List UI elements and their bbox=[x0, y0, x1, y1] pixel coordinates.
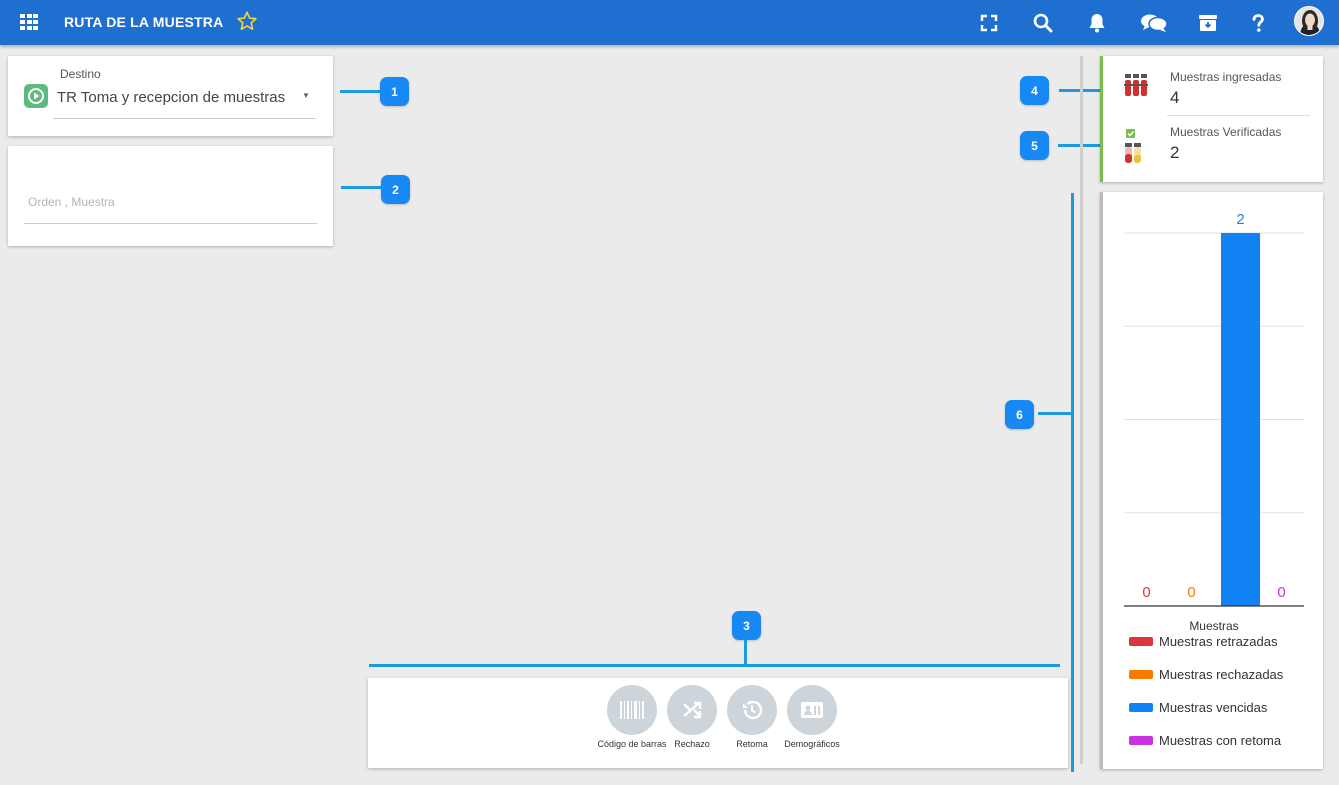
destino-select[interactable]: TR Toma y recepcion de muestras bbox=[57, 89, 285, 106]
chart-data-label: 0 bbox=[1277, 584, 1285, 601]
help-question-icon[interactable] bbox=[1246, 11, 1270, 35]
page-title: RUTA DE LA MUESTRA bbox=[64, 14, 224, 30]
chart-legend-item[interactable]: Muestras con retoma bbox=[1129, 733, 1281, 748]
destino-label: Destino bbox=[60, 67, 101, 81]
favorite-star-icon[interactable] bbox=[236, 10, 258, 32]
orden-search-card bbox=[8, 146, 333, 246]
legend-label: Muestras con retoma bbox=[1159, 733, 1282, 748]
chart-x-axis-label: Muestras bbox=[1189, 619, 1238, 633]
action-toolbar: Código de barras Rechazo Retoma Demográf… bbox=[368, 678, 1068, 768]
shuffle-icon bbox=[683, 701, 702, 719]
callout-line-1 bbox=[340, 90, 380, 93]
history-icon bbox=[743, 700, 763, 720]
apps-grid-icon[interactable] bbox=[20, 14, 38, 30]
callout-badge-2: 2 bbox=[381, 175, 410, 204]
chart-legend-item[interactable]: Muestras rechazadas bbox=[1129, 667, 1283, 682]
destino-underline bbox=[53, 118, 316, 119]
demograficos-button[interactable]: Demográficos bbox=[777, 685, 847, 749]
samples-bar-chart: 0 0 2 0 Muestras bbox=[1124, 211, 1304, 633]
chat-icon[interactable] bbox=[1139, 11, 1169, 35]
search-icon[interactable] bbox=[1031, 11, 1055, 35]
chart-legend-item[interactable]: Muestras retrazadas bbox=[1129, 634, 1278, 649]
destination-play-icon bbox=[24, 84, 48, 108]
chart-bar bbox=[1221, 233, 1260, 606]
callout-badge-4: 4 bbox=[1020, 76, 1049, 105]
ingresadas-value: 4 bbox=[1170, 88, 1180, 107]
callout-line-6 bbox=[1038, 412, 1072, 415]
legend-label: Muestras rechazadas bbox=[1159, 667, 1284, 682]
samples-chart-card: 0 0 2 0 Muestras Muestras retrazadas Muestras… bbox=[1100, 192, 1323, 769]
callout-badge-3: 3 bbox=[732, 611, 761, 640]
legend-swatch bbox=[1129, 703, 1153, 712]
id-card-icon bbox=[801, 702, 823, 718]
fullscreen-icon[interactable] bbox=[977, 11, 1001, 35]
ingresadas-label: Muestras ingresadas bbox=[1170, 70, 1282, 84]
user-avatar[interactable] bbox=[1294, 6, 1324, 36]
callout-badge-5: 5 bbox=[1020, 131, 1049, 160]
chart-data-label: 0 bbox=[1187, 584, 1195, 601]
top-bar: RUTA DE LA MUESTRA bbox=[0, 0, 1339, 45]
verified-tubes-icon bbox=[1125, 129, 1141, 163]
legend-label: Muestras retrazadas bbox=[1159, 634, 1278, 649]
chart-data-label: 2 bbox=[1236, 211, 1244, 228]
legend-swatch bbox=[1129, 736, 1153, 745]
callout-badge-6: 6 bbox=[1005, 400, 1034, 429]
callout-line-6-vertical bbox=[1071, 193, 1074, 772]
callout-line-2 bbox=[341, 186, 381, 189]
verificadas-label: Muestras Verificadas bbox=[1170, 125, 1282, 139]
verificadas-value: 2 bbox=[1170, 143, 1180, 162]
destino-select-card: Destino TR Toma y recepcion de muestras … bbox=[8, 56, 333, 136]
chart-legend-item[interactable]: Muestras vencidas bbox=[1129, 700, 1267, 715]
demograficos-button-label: Demográficos bbox=[784, 739, 840, 749]
callout-badge-1: 1 bbox=[380, 77, 409, 106]
archive-box-icon[interactable] bbox=[1196, 11, 1220, 35]
legend-swatch bbox=[1129, 670, 1153, 679]
callout-line-3-vertical bbox=[744, 640, 747, 666]
callout-line-3-horizontal bbox=[369, 664, 1060, 667]
samples-stats-card: Muestras ingresadas 4 Muestras Verificad… bbox=[1100, 56, 1323, 182]
legend-swatch bbox=[1129, 637, 1153, 646]
test-tubes-icon bbox=[1124, 74, 1148, 96]
notifications-bell-icon[interactable] bbox=[1085, 11, 1109, 35]
chevron-down-icon[interactable]: ▼ bbox=[302, 91, 310, 100]
orden-muestra-input[interactable] bbox=[24, 174, 317, 224]
chart-data-label: 0 bbox=[1142, 584, 1150, 601]
barcode-icon bbox=[620, 701, 644, 719]
right-panel-divider bbox=[1080, 56, 1083, 764]
legend-label: Muestras vencidas bbox=[1159, 700, 1268, 715]
